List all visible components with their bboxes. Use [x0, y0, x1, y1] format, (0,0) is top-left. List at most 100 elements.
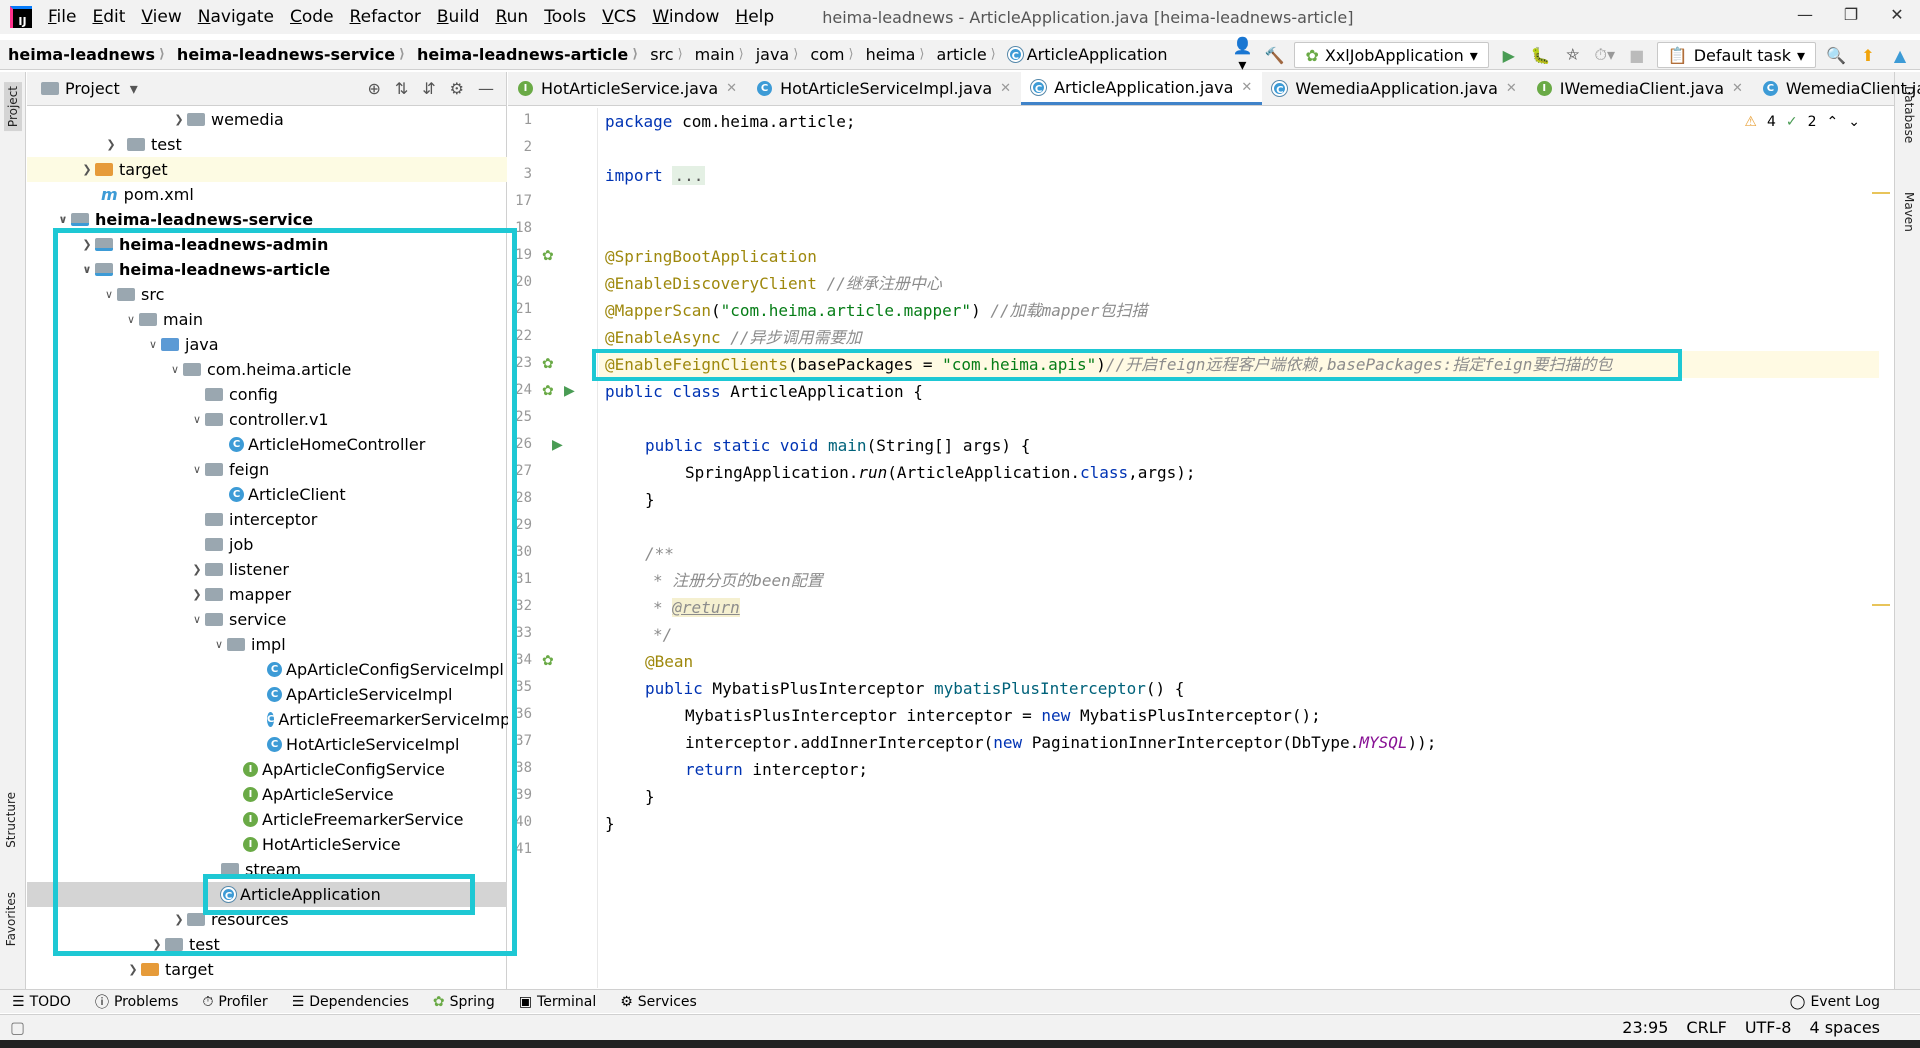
menu-bar: IJ File Edit View Navigate Code Refactor…: [0, 0, 1920, 34]
menu-vcs[interactable]: VCS: [594, 7, 644, 27]
run-icon[interactable]: ▶: [1497, 46, 1521, 65]
menu-tools[interactable]: Tools: [536, 7, 594, 27]
breadcrumb[interactable]: article ⟩: [928, 45, 999, 64]
close-icon[interactable]: ✕: [1241, 80, 1252, 95]
spring-icon: ✿: [432, 993, 445, 1010]
structure-tool-tab[interactable]: Structure: [4, 792, 18, 848]
status-window-icon[interactable]: ▢: [0, 1018, 25, 1037]
user-icon[interactable]: 👤▾: [1230, 36, 1254, 74]
profiler-tool-button[interactable]: ⏱ Profiler: [190, 994, 279, 1010]
menu-refactor[interactable]: Refactor: [342, 7, 429, 27]
run-gutter-icon[interactable]: ▶: [552, 437, 563, 453]
debug-icon[interactable]: 🐛: [1529, 46, 1553, 65]
scroll-marker[interactable]: [1872, 192, 1890, 194]
coverage-icon[interactable]: ⛤: [1561, 45, 1585, 65]
run-config-select[interactable]: ✿ XxlJobApplication ▾: [1294, 42, 1489, 68]
file-encoding[interactable]: UTF-8: [1745, 1018, 1792, 1037]
menu-window[interactable]: Window: [644, 7, 727, 27]
run-gutter-icon[interactable]: ▶: [564, 383, 575, 399]
chevron-down-icon[interactable]: ⌄: [1848, 114, 1860, 130]
breadcrumb[interactable]: heima ⟩: [858, 45, 929, 64]
breadcrumb[interactable]: src ⟩: [642, 45, 686, 64]
editor-tab[interactable]: C WemediaApplication.java ✕: [1262, 72, 1526, 105]
collapse-all-icon[interactable]: ⇵: [422, 79, 435, 98]
update-icon[interactable]: ⬆: [1856, 46, 1880, 65]
profile-icon[interactable]: ⏱▾: [1593, 45, 1617, 65]
tree-item[interactable]: ❯ wemedia: [27, 107, 507, 132]
project-tool-tab[interactable]: Project: [4, 82, 22, 132]
todo-tool-button[interactable]: ☰ TODO: [0, 994, 83, 1010]
stop-icon[interactable]: ■: [1625, 46, 1649, 65]
spring-bean-icon[interactable]: ✿: [542, 383, 554, 399]
build-hammer-icon[interactable]: 🔨: [1262, 46, 1286, 65]
editor-tab-active[interactable]: C ArticleApplication.java ✕: [1021, 72, 1263, 105]
tree-item[interactable]: ❯ target: [27, 157, 507, 182]
spring-bean-icon[interactable]: ✿: [542, 356, 554, 372]
restore-icon[interactable]: ❐: [1828, 0, 1874, 30]
spring-bean-icon[interactable]: ✿: [542, 653, 554, 669]
chevron-up-icon[interactable]: ⌃: [1827, 114, 1839, 130]
problems-tool-button[interactable]: ⓘ Problems: [83, 992, 191, 1012]
services-tool-button[interactable]: ⚙ Services: [608, 994, 709, 1010]
close-icon[interactable]: ✕: [1732, 81, 1743, 96]
menu-navigate[interactable]: Navigate: [190, 7, 282, 27]
editor-tab[interactable]: C HotArticleServiceImpl.java ✕: [747, 72, 1021, 105]
minimize-icon[interactable]: —: [1782, 0, 1828, 30]
search-icon[interactable]: 🔍: [1824, 46, 1848, 65]
tree-item[interactable]: m pom.xml: [27, 182, 507, 207]
code-line: interceptor.addInnerInterceptor(new Pagi…: [685, 733, 1437, 752]
breadcrumb[interactable]: com ⟩: [802, 45, 857, 64]
terminal-icon: ▣: [518, 993, 533, 1010]
dependencies-tool-button[interactable]: ☰ Dependencies: [280, 994, 421, 1010]
folded-imports[interactable]: ...: [672, 166, 706, 185]
menu-run[interactable]: Run: [488, 7, 537, 27]
expand-all-icon[interactable]: ⇅: [395, 79, 408, 98]
menu-help[interactable]: Help: [727, 7, 782, 27]
inspection-widget[interactable]: ⚠ 4 ✓ 2 ⌃ ⌄: [1744, 114, 1860, 130]
task-select[interactable]: 📋 Default task ▾: [1656, 42, 1816, 68]
menu-file[interactable]: File: [40, 7, 84, 27]
editor-tab[interactable]: I HotArticleService.java ✕: [508, 72, 747, 105]
code-editor[interactable]: package com.heima.article; import ... @S…: [599, 108, 1879, 988]
spring-tool-button[interactable]: ✿ Spring: [421, 994, 507, 1010]
breadcrumb[interactable]: heima-leadnews-article ⟩: [409, 45, 642, 64]
spring-bean-icon[interactable]: ✿: [542, 248, 554, 264]
gear-icon[interactable]: ⚙: [450, 79, 464, 98]
chevron-down-icon[interactable]: ▾: [130, 79, 138, 98]
spring-class-icon: C: [1007, 47, 1023, 62]
terminal-tool-button[interactable]: ▣ Terminal: [507, 994, 608, 1010]
code-line: @EnableDiscoveryClient //继承注册中心: [605, 274, 942, 293]
plugin-icon[interactable]: ▲: [1888, 46, 1912, 65]
menu-view[interactable]: View: [133, 7, 189, 27]
hide-icon[interactable]: —: [478, 79, 494, 98]
tree-item[interactable]: ❯ target: [27, 957, 507, 982]
line-number: 3: [523, 166, 532, 182]
bottom-tool-bar: ☰ TODO ⓘ Problems ⏱ Profiler ☰ Dependencies …: [0, 989, 1920, 1013]
close-icon[interactable]: ✕: [1506, 81, 1517, 96]
close-icon[interactable]: ✕: [726, 81, 737, 96]
close-icon[interactable]: ✕: [1874, 0, 1920, 30]
caret-position[interactable]: 23:95: [1622, 1018, 1668, 1037]
breadcrumb[interactable]: heima-leadnews ⟩: [0, 45, 169, 64]
breadcrumb[interactable]: heima-leadnews-service ⟩: [169, 45, 409, 64]
event-log-tool-button[interactable]: ◯ Event Log: [1778, 994, 1920, 1010]
line-separator[interactable]: CRLF: [1686, 1018, 1726, 1037]
task-icon: 📋: [1667, 45, 1688, 65]
menu-code[interactable]: Code: [282, 7, 342, 27]
favorites-tool-tab[interactable]: Favorites: [4, 892, 18, 946]
close-icon[interactable]: ✕: [1000, 81, 1011, 96]
tree-item[interactable]: ❯ test: [27, 132, 507, 157]
editor-tab[interactable]: I IWemediaClient.java ✕: [1527, 72, 1753, 105]
breadcrumb[interactable]: main ⟩: [687, 45, 748, 64]
breadcrumb[interactable]: C ArticleApplication: [1000, 45, 1172, 64]
project-panel-title[interactable]: Project: [65, 79, 120, 98]
breadcrumb[interactable]: java ⟩: [748, 45, 803, 64]
maven-tool-tab[interactable]: Maven: [1902, 192, 1916, 232]
indent-setting[interactable]: 4 spaces: [1809, 1018, 1880, 1037]
scroll-marker[interactable]: [1872, 604, 1890, 606]
menu-edit[interactable]: Edit: [84, 7, 133, 27]
info-icon: ⓘ: [94, 994, 109, 1011]
editor-tab[interactable]: CWemediaClient.java✕: [1753, 72, 1920, 105]
locate-icon[interactable]: ⊕: [367, 79, 380, 98]
menu-build[interactable]: Build: [429, 7, 488, 27]
